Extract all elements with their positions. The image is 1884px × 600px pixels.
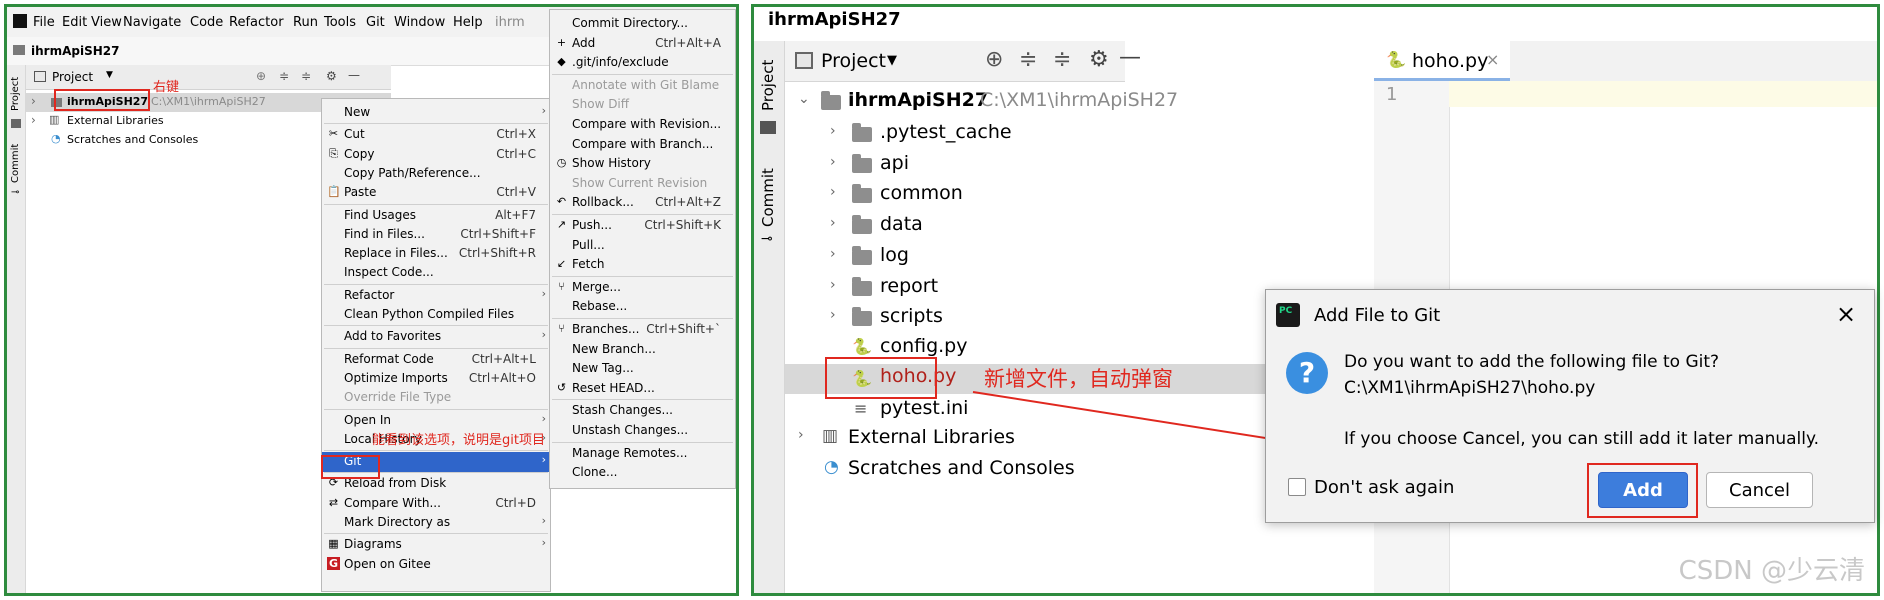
pycharm-logo-icon: PC [1276,303,1300,327]
dialog-title: Add File to Git [1314,305,1441,326]
dialog-note: If you choose Cancel, you can still add … [1344,429,1820,449]
add-file-to-git-dialog: PC Add File to Git × ? Do you want to ad… [1265,289,1875,523]
dialog-question: Do you want to add the following file to… [1344,352,1720,372]
close-icon[interactable]: × [1836,300,1856,328]
dont-ask-again-label[interactable]: Don't ask again [1314,477,1454,498]
add-button[interactable]: Add [1598,472,1688,508]
question-icon: ? [1286,352,1328,394]
dont-ask-again-checkbox[interactable] [1288,478,1306,496]
dialog-file-path: C:\XM1\ihrmApiSH27\hoho.py [1344,378,1596,398]
cancel-button[interactable]: Cancel [1706,472,1813,508]
